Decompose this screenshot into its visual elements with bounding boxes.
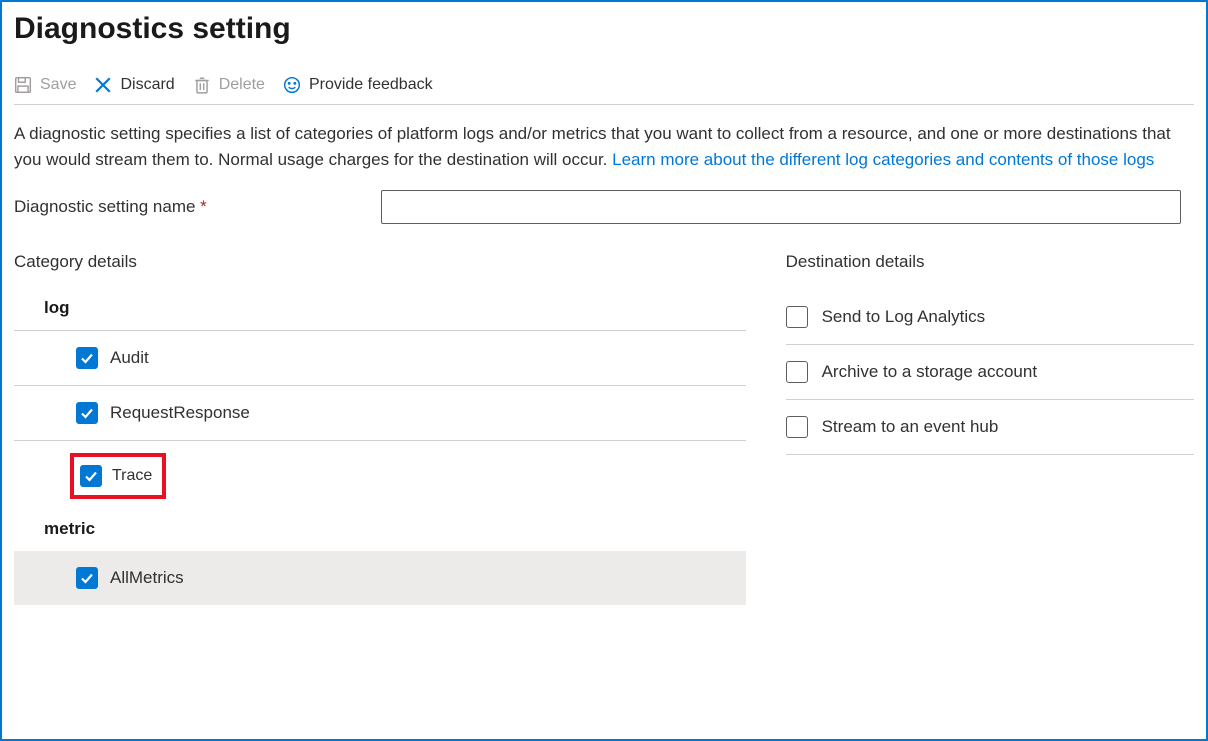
dest-label-storage: Archive to a storage account bbox=[822, 362, 1037, 382]
discard-label: Discard bbox=[120, 76, 174, 94]
smiley-icon bbox=[283, 76, 301, 94]
metric-group-heading: metric bbox=[14, 511, 746, 551]
log-row-trace[interactable]: Trace bbox=[14, 441, 746, 511]
log-row-audit[interactable]: Audit bbox=[14, 331, 746, 386]
checkbox-allmetrics[interactable] bbox=[76, 567, 98, 589]
name-field-row: Diagnostic setting name * bbox=[14, 184, 1194, 234]
log-label-audit: Audit bbox=[110, 348, 149, 368]
delete-button[interactable]: Delete bbox=[193, 76, 265, 94]
required-indicator: * bbox=[200, 197, 207, 216]
dest-row-loganalytics[interactable]: Send to Log Analytics bbox=[786, 290, 1194, 345]
checkbox-audit[interactable] bbox=[76, 347, 98, 369]
feedback-label: Provide feedback bbox=[309, 76, 433, 94]
dest-label-eventhub: Stream to an event hub bbox=[822, 417, 999, 437]
feedback-button[interactable]: Provide feedback bbox=[283, 76, 433, 94]
toolbar: Save Discard Delete Provide feedback bbox=[14, 76, 1194, 105]
save-icon bbox=[14, 76, 32, 94]
close-icon bbox=[94, 76, 112, 94]
log-label-requestresponse: RequestResponse bbox=[110, 403, 250, 423]
checkbox-requestresponse[interactable] bbox=[76, 402, 98, 424]
checkbox-loganalytics[interactable] bbox=[786, 306, 808, 328]
checkbox-eventhub[interactable] bbox=[786, 416, 808, 438]
delete-label: Delete bbox=[219, 76, 265, 94]
highlight-box-trace: Trace bbox=[70, 453, 166, 499]
dest-row-storage[interactable]: Archive to a storage account bbox=[786, 345, 1194, 400]
page-title: Diagnostics setting bbox=[14, 2, 1194, 76]
trash-icon bbox=[193, 76, 211, 94]
name-input[interactable] bbox=[381, 190, 1181, 224]
description-text: A diagnostic setting specifies a list of… bbox=[14, 105, 1194, 184]
destination-heading: Destination details bbox=[786, 252, 1194, 272]
dest-label-loganalytics: Send to Log Analytics bbox=[822, 307, 986, 327]
learn-more-link[interactable]: Learn more about the different log categ… bbox=[612, 150, 1154, 169]
log-group-heading: log bbox=[14, 290, 746, 331]
save-label: Save bbox=[40, 76, 76, 94]
checkbox-storage[interactable] bbox=[786, 361, 808, 383]
category-heading: Category details bbox=[14, 252, 746, 272]
discard-button[interactable]: Discard bbox=[94, 76, 174, 94]
metric-label-allmetrics: AllMetrics bbox=[110, 568, 184, 588]
name-label: Diagnostic setting name bbox=[14, 197, 195, 216]
log-row-requestresponse[interactable]: RequestResponse bbox=[14, 386, 746, 441]
dest-row-eventhub[interactable]: Stream to an event hub bbox=[786, 400, 1194, 455]
save-button[interactable]: Save bbox=[14, 76, 76, 94]
log-label-trace: Trace bbox=[112, 467, 152, 485]
name-label-wrap: Diagnostic setting name * bbox=[14, 197, 369, 217]
metric-row-allmetrics[interactable]: AllMetrics bbox=[14, 551, 746, 605]
checkbox-trace[interactable] bbox=[80, 465, 102, 487]
